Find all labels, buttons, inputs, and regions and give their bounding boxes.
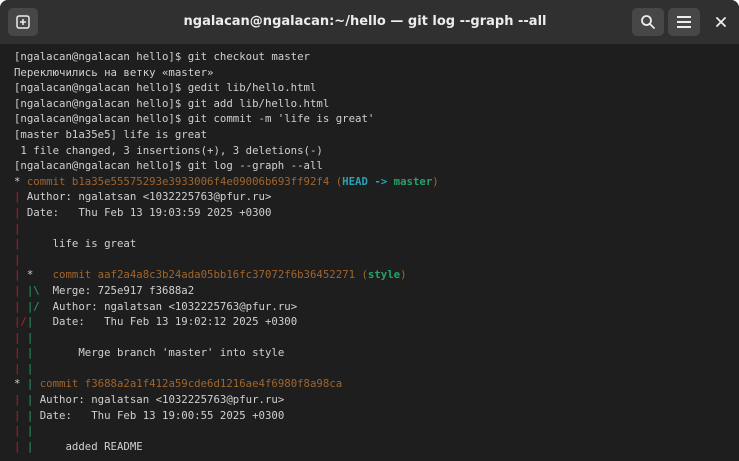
terminal-text: Переключились на ветку «master» [14, 65, 214, 79]
terminal-text: | [14, 252, 21, 266]
terminal-line: | | [14, 330, 739, 346]
terminal-text: Date: Thu Feb 13 19:00:55 2025 +0300 [39, 408, 285, 422]
terminal-text: | [14, 299, 27, 313]
terminal-line: [ngalacan@ngalacan hello]$ git commit -m… [14, 111, 739, 127]
terminal-text: | [14, 237, 27, 251]
terminal-text: Author: ngalatsan <1032225763@pfur.ru> [39, 393, 285, 407]
terminal-line: | |/ Author: ngalatsan <1032225763@pfur.… [14, 299, 739, 315]
terminal-text: Merge: 725e917 f3688a2 [39, 283, 195, 297]
terminal-text: * [26, 268, 40, 282]
terminal-line: | | Merge branch 'master' into style [14, 345, 739, 361]
terminal-line: | | [14, 361, 739, 377]
terminal-line: [ngalacan@ngalacan hello]$ git checkout … [14, 49, 739, 65]
terminal-text: added README [39, 439, 143, 453]
terminal-text: Merge branch 'master' into style [33, 346, 285, 360]
terminal-line: |/| Date: Thu Feb 13 19:02:12 2025 +0300 [14, 314, 739, 330]
terminal-text: ) [432, 174, 439, 188]
terminal-text: | [26, 439, 40, 453]
terminal-line: | life is great [14, 236, 739, 252]
terminal-text: [ngalacan@ngalacan hello]$ git add lib/h… [14, 96, 330, 110]
terminal-text: |/ [14, 315, 27, 329]
terminal-text: | [14, 424, 27, 438]
terminal-text: | [14, 268, 27, 282]
terminal-text: | [14, 393, 27, 407]
terminal-text: | [26, 424, 34, 438]
terminal-text: HEAD -> [342, 174, 394, 188]
terminal-text: Author: ngalatsan <1032225763@pfur.ru> [26, 190, 272, 204]
terminal-text: Author: ngalatsan <1032225763@pfur.ru> [39, 299, 298, 313]
terminal-line: Переключились на ветку «master» [14, 65, 739, 81]
terminal-text: commit aaf2a4a8c3b24ada05bb16fc37072f6b3… [39, 268, 368, 282]
terminal-line: | Author: ngalatsan <1032225763@pfur.ru> [14, 189, 739, 205]
terminal-line: | | Date: Thu Feb 13 19:00:55 2025 +0300 [14, 408, 739, 424]
terminal-line: | * commit aaf2a4a8c3b24ada05bb16fc37072… [14, 267, 739, 283]
terminal-text: | [14, 361, 27, 375]
new-tab-button[interactable] [8, 8, 38, 36]
terminal-line: | |\ Merge: 725e917 f3688a2 [14, 283, 739, 299]
terminal-text: |\ [26, 283, 40, 297]
terminal-text: [ngalacan@ngalacan hello]$ git commit -m… [14, 112, 375, 126]
terminal-line: | Date: Thu Feb 13 19:03:59 2025 +0300 [14, 205, 739, 221]
menu-button[interactable] [668, 8, 700, 36]
terminal-text: commit f3688a2a1f412a59cde6d1216ae4f6980… [39, 377, 343, 391]
terminal-text: ) [400, 268, 407, 282]
terminal-text: [ngalacan@ngalacan hello]$ git checkout … [14, 50, 310, 63]
terminal-line: [ngalacan@ngalacan hello]$ gedit lib/hel… [14, 80, 739, 96]
terminal-text: | [14, 221, 21, 235]
terminal-text: Date: Thu Feb 13 19:02:12 2025 +0300 [33, 315, 298, 329]
terminal-text: commit b1a35e55575293e3933006f4e09006b69… [26, 174, 343, 188]
titlebar: ngalacan@ngalacan:~/hello — git log --gr… [0, 0, 739, 44]
terminal-text: master [393, 174, 433, 188]
terminal-text: | [14, 283, 27, 297]
terminal-text: | [14, 346, 27, 360]
terminal-text: | [26, 377, 40, 391]
terminal-line: [ngalacan@ngalacan hello]$ git add lib/h… [14, 96, 739, 112]
terminal-text: | [26, 393, 40, 407]
terminal-text: Date: Thu Feb 13 19:03:59 2025 +0300 [26, 205, 272, 219]
terminal-line: | [14, 221, 739, 237]
terminal-line: [ngalacan@ngalacan hello]$ git log --gra… [14, 158, 739, 174]
terminal-text: * [14, 377, 27, 391]
terminal-text: |/ [26, 299, 40, 313]
terminal-line: | | added README [14, 439, 739, 455]
close-button[interactable] [708, 8, 734, 36]
terminal-text: | [26, 330, 34, 344]
terminal-line: | | [14, 423, 739, 439]
terminal-line: | [14, 252, 739, 268]
terminal-line: 1 file changed, 3 insertions(+), 3 delet… [14, 143, 739, 159]
terminal-text: | [14, 330, 27, 344]
terminal-text: [master b1a35e5] life is great [14, 127, 208, 141]
terminal-line: | | Author: ngalatsan <1032225763@pfur.r… [14, 392, 739, 408]
terminal-window: ngalacan@ngalacan:~/hello — git log --gr… [0, 0, 739, 461]
search-icon [641, 15, 655, 29]
hamburger-menu-icon [677, 16, 691, 28]
terminal-text: life is great [26, 237, 137, 251]
terminal-output[interactable]: [ngalacan@ngalacan hello]$ git checkout … [0, 44, 739, 461]
terminal-text: * [14, 174, 27, 188]
new-tab-icon [16, 15, 30, 29]
terminal-text: | [26, 361, 34, 375]
terminal-text: | [14, 190, 27, 204]
terminal-text: 1 file changed, 3 insertions(+), 3 delet… [14, 143, 323, 157]
window-title: ngalacan@ngalacan:~/hello — git log --gr… [183, 14, 547, 29]
terminal-text: | [14, 408, 27, 422]
terminal-text: style [367, 268, 401, 282]
terminal-text: | [14, 439, 27, 453]
terminal-line: [master b1a35e5] life is great [14, 127, 739, 143]
terminal-line: * commit b1a35e55575293e3933006f4e09006b… [14, 174, 739, 190]
search-button[interactable] [632, 8, 664, 36]
terminal-line: * | commit f3688a2a1f412a59cde6d1216ae4f… [14, 376, 739, 392]
terminal-text: | [14, 205, 27, 219]
terminal-text: [ngalacan@ngalacan hello]$ gedit lib/hel… [14, 81, 317, 95]
terminal-text: [ngalacan@ngalacan hello]$ git log --gra… [14, 159, 323, 173]
close-icon [716, 17, 726, 27]
terminal-text: | [26, 408, 40, 422]
